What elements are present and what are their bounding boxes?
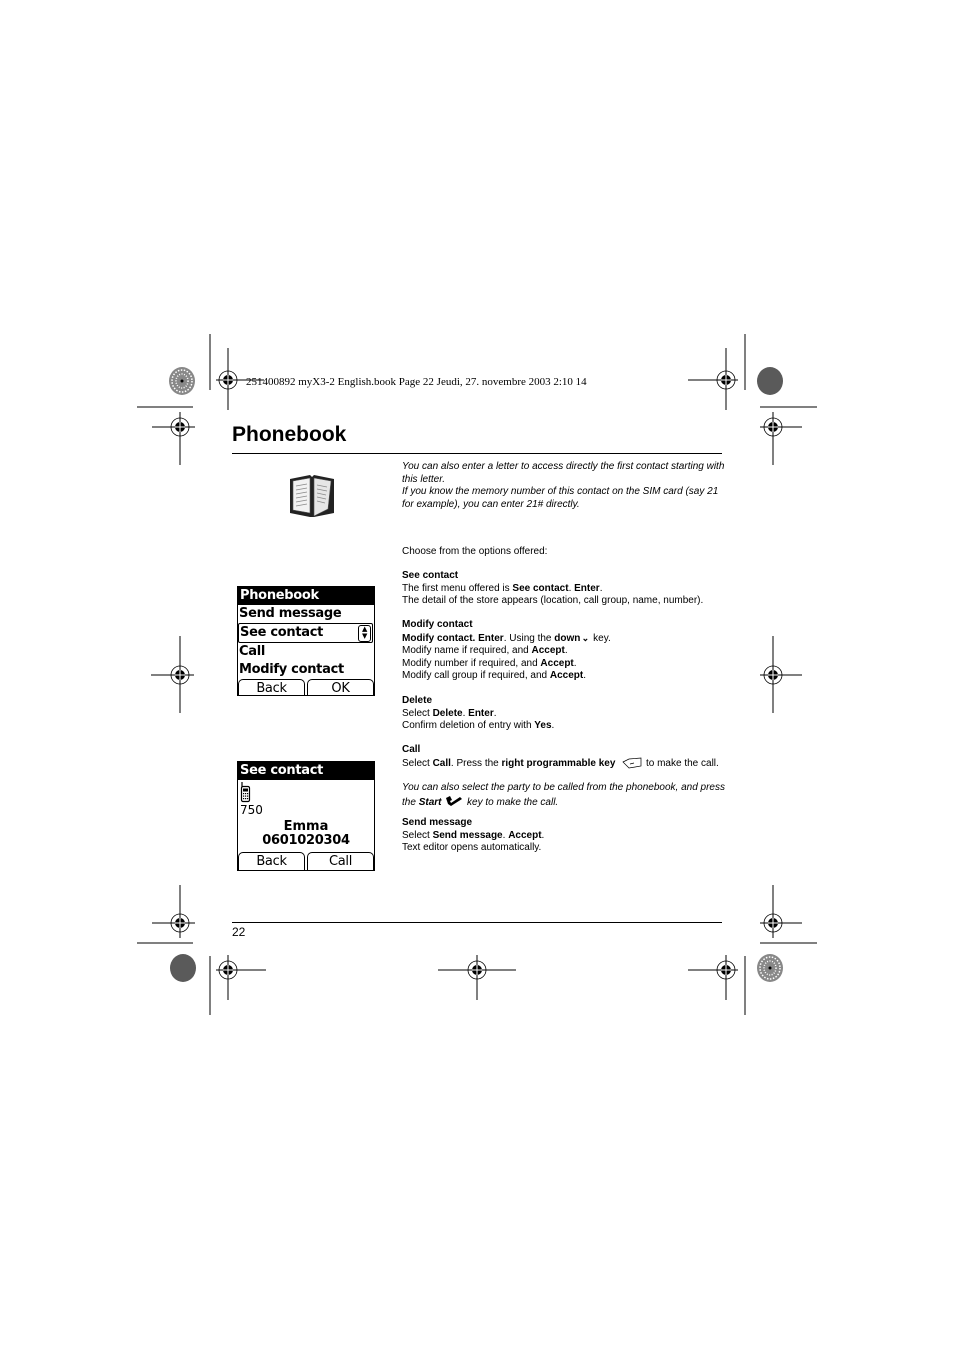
- section-heading: Send message: [402, 817, 473, 828]
- registration-target-icon: [152, 885, 195, 938]
- print-header: 251400892 myX3-2 English.book Page 22 Je…: [246, 376, 587, 388]
- body-line: Modify contact. Enter. Using the down⌄ k…: [402, 632, 611, 644]
- screen-title: See contact: [238, 762, 374, 780]
- starburst-patch-icon: [169, 367, 195, 395]
- softkey-back[interactable]: Back: [238, 679, 305, 695]
- registration-target-icon: [760, 885, 802, 938]
- softkey-call[interactable]: Call: [307, 852, 374, 870]
- registration-target-icon: [438, 955, 516, 1000]
- body-line: The first menu offered is See contact. E…: [402, 582, 603, 594]
- section-modify-contact: Modify contact Modify contact. Enter. Us…: [402, 619, 732, 683]
- menu-item-send-message[interactable]: Send message: [238, 605, 374, 623]
- section-delete: Delete Select Delete. Enter. Confirm del…: [402, 695, 732, 733]
- phone-screen-phonebook-menu: Phonebook Send message See contact ▲ ▼ Ca…: [237, 586, 375, 696]
- scroll-updown-icon: ▲ ▼: [358, 625, 371, 642]
- body-line: Text editor opens automatically.: [402, 842, 542, 854]
- contact-name: Emma: [283, 819, 329, 834]
- body-line: Modify number if required, and Accept.: [402, 657, 577, 669]
- menu-item-call[interactable]: Call: [238, 643, 374, 661]
- section-heading: Modify contact: [402, 619, 473, 630]
- title-rule: [232, 453, 722, 454]
- start-call-key-icon: [446, 795, 463, 806]
- mobile-phone-icon: [240, 782, 251, 803]
- registration-target-icon: [216, 955, 266, 1000]
- section-heading: Delete: [402, 695, 433, 706]
- registration-target-icon: [688, 955, 738, 1000]
- body-line: Select Call. Press the right programmabl…: [402, 757, 719, 769]
- registration-target-icon: [152, 412, 195, 465]
- phone-screen-see-contact: See contact 750 Emma 0601020304 Back Cal…: [237, 761, 375, 871]
- softkey-ok[interactable]: OK: [307, 679, 374, 695]
- intro-note: You can also enter a letter to access di…: [402, 461, 732, 511]
- page-title: Phonebook: [232, 423, 347, 446]
- body-line: Select Send message. Accept.: [402, 829, 545, 841]
- body-line: Confirm deletion of entry with Yes.: [402, 720, 555, 732]
- menu-item-see-contact[interactable]: See contact ▲ ▼: [238, 623, 373, 643]
- body-line: Select Delete. Enter.: [402, 707, 497, 719]
- menu-item-label: See contact: [240, 625, 324, 640]
- intro-note-line: You can also enter a letter to access di…: [402, 461, 725, 472]
- registration-target-icon: [688, 348, 738, 410]
- section-see-contact: See contact The first menu offered is Se…: [402, 570, 732, 608]
- down-key-icon: ⌄: [581, 632, 590, 643]
- page-number: 22: [232, 925, 246, 939]
- screen-title: Phonebook: [238, 587, 374, 605]
- choose-text: Choose from the options offered:: [402, 546, 548, 557]
- body-line: Modify call group if required, and Accep…: [402, 670, 586, 682]
- softkey-bar: Back OK: [238, 679, 374, 695]
- section-heading: Call: [402, 744, 421, 755]
- body-line: Modify name if required, and Accept.: [402, 645, 568, 657]
- intro-note-line: for example), you can enter 21# directly…: [402, 498, 580, 510]
- intro-note-line: If you know the memory number of this co…: [402, 486, 719, 498]
- call-note-line: the Start key to make the call.: [402, 795, 559, 808]
- section-call: Call Select Call. Press the right progra…: [402, 744, 732, 809]
- softkey-bar: Back Call: [238, 852, 374, 870]
- registration-target-icon: [151, 636, 194, 713]
- menu-item-modify-contact[interactable]: Modify contact: [238, 661, 374, 679]
- softkey-back[interactable]: Back: [238, 852, 305, 870]
- section-heading: See contact: [402, 570, 459, 581]
- intro-note-line: this letter.: [402, 473, 445, 485]
- contact-number: 0601020304: [262, 833, 350, 848]
- gray-patch-icon: [170, 954, 196, 982]
- starburst-patch-icon: [757, 954, 783, 982]
- book-icon: [290, 475, 334, 517]
- footer-rule: [232, 922, 722, 923]
- right-softkey-icon: [622, 757, 642, 768]
- body-line: The detail of the store appears (locatio…: [402, 595, 704, 607]
- section-send-message: Send message Select Send message. Accept…: [402, 817, 732, 855]
- call-note-line: You can also select the party to be call…: [402, 782, 725, 794]
- registration-target-icon: [760, 636, 802, 713]
- contact-location: 750: [240, 803, 263, 817]
- registration-target-icon: [760, 412, 802, 465]
- gray-patch-icon: [757, 367, 783, 395]
